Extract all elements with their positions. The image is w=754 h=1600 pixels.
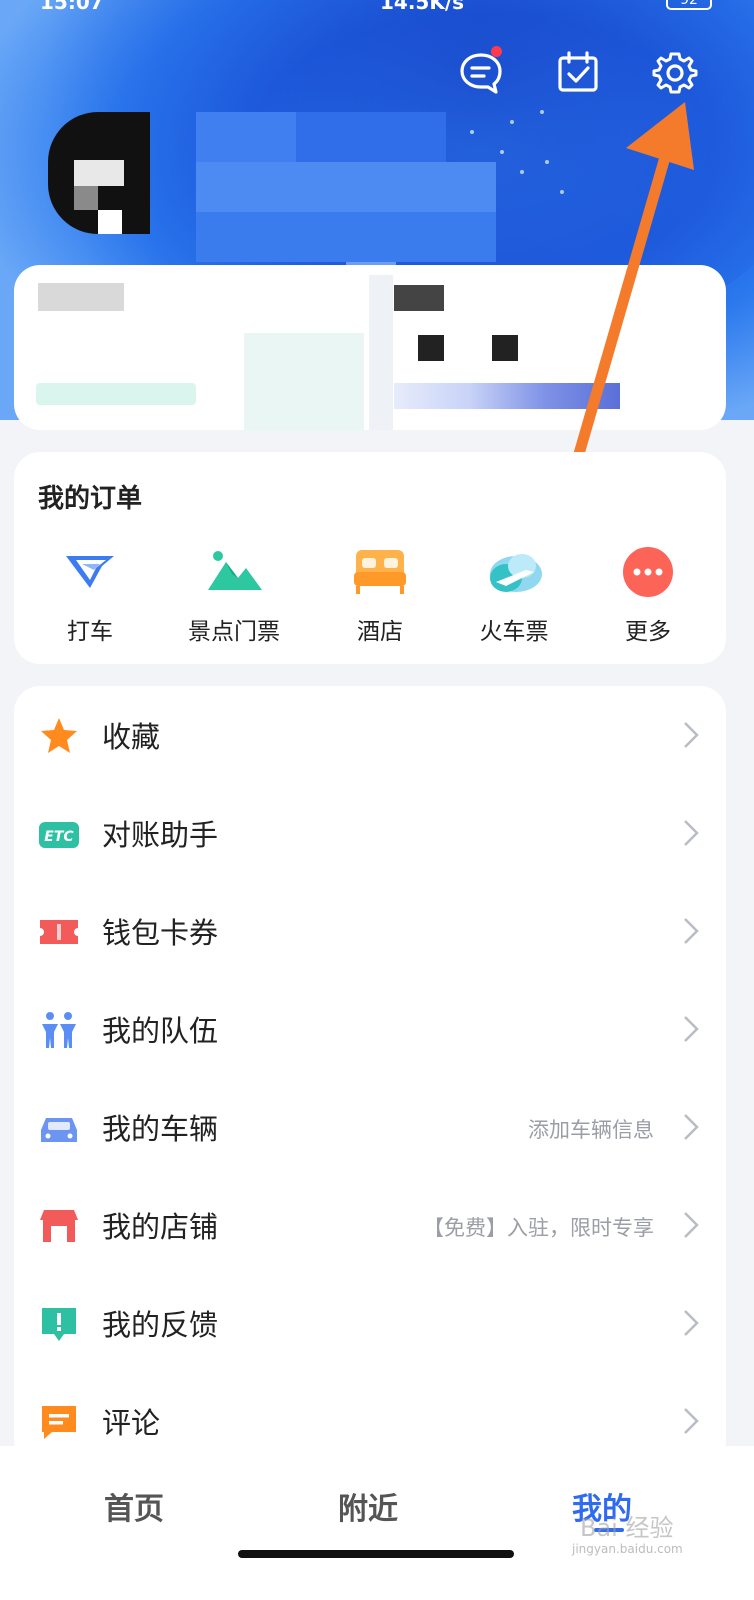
menu-my-shop-hint: 【免费】入驻，限时专享 [423,1216,654,1240]
chevron-right-icon [682,720,700,750]
train-cloud-icon [486,544,542,600]
card-divider [369,275,393,430]
order-hotel-label: 酒店 [357,619,403,645]
obscured-block [244,333,364,431]
chevron-right-icon [682,1014,700,1044]
svg-text:ETC: ETC [44,829,74,845]
taxi-icon [62,544,118,600]
menu-favorites[interactable]: 收藏 [14,686,726,784]
obscured-label [38,283,124,311]
tab-home[interactable]: 首页 [104,1484,164,1528]
obscured-block-4 [492,335,518,361]
order-more[interactable]: 更多 [578,544,718,645]
menu-favorites-label: 收藏 [102,720,161,754]
star-icon [38,716,80,756]
order-taxi[interactable]: 打车 [20,544,160,645]
feedback-icon [38,1304,80,1344]
avatar[interactable] [48,112,150,234]
menu-my-team-label: 我的队伍 [102,1014,219,1048]
order-taxi-label: 打车 [67,619,113,645]
order-train-ticket-label: 火车票 [479,619,549,645]
menu-my-feedback-label: 我的反馈 [102,1308,219,1342]
order-scenic-ticket-label: 景点门票 [188,619,280,645]
etc-icon: ETC [38,814,80,854]
home-indicator [238,1550,514,1558]
status-time: 15:07 [40,0,104,14]
username-mosaic [196,112,496,284]
car-icon [38,1108,80,1148]
menu-my-feedback[interactable]: 我的反馈 [14,1274,726,1372]
menu-reconciliation[interactable]: ETC 对账助手 [14,784,726,882]
team-icon [38,1010,80,1050]
order-train-ticket[interactable]: 火车票 [444,544,584,645]
order-more-label: 更多 [625,619,671,645]
my-orders-title: 我的订单 [38,484,143,514]
obscured-block-3 [418,335,444,361]
menu-wallet-coupons-label: 钱包卡券 [102,916,219,950]
order-hotel[interactable]: 酒店 [310,544,450,645]
status-network-speed: 14.5K/s [380,0,465,14]
menu-my-shop[interactable]: 我的店铺 【免费】入驻，限时专享 [14,1176,726,1274]
obscured-block-2 [394,285,444,311]
menu-reconciliation-label: 对账助手 [102,818,219,852]
watermark: Bai 经验 [580,1514,674,1542]
chevron-right-icon [682,1406,700,1436]
settings-gear-icon[interactable] [652,50,698,96]
chevron-right-icon [682,1210,700,1240]
tab-nearby[interactable]: 附近 [338,1484,398,1528]
chevron-right-icon [682,1308,700,1338]
my-orders-card: 我的订单 打车 景点门票 酒店 火车票 更多 [14,452,726,664]
menu-my-team[interactable]: 我的队伍 [14,980,726,1078]
menu-my-vehicle-label: 我的车辆 [102,1112,219,1146]
menu-my-shop-label: 我的店铺 [102,1210,219,1244]
chevron-right-icon [682,818,700,848]
bed-icon [352,544,408,600]
order-scenic-ticket[interactable]: 景点门票 [164,544,304,645]
annotation-arrow [566,102,694,484]
chevron-right-icon [682,916,700,946]
menu-my-vehicle-hint: 添加车辆信息 [528,1118,654,1142]
card-tag [36,383,196,405]
chevron-right-icon [682,1112,700,1142]
menu-list: 收藏 ETC 对账助手 钱包卡券 我的队伍 我的车辆 添加车辆信息 我的店铺 【… [14,686,726,1466]
more-dots-icon [620,544,676,600]
ticket-icon [38,912,80,952]
status-bar: 15:07 14.5K/s 92 [0,0,754,14]
shop-icon [38,1206,80,1246]
messages-icon[interactable] [458,46,504,96]
mountain-ticket-icon [206,544,262,600]
menu-my-vehicle[interactable]: 我的车辆 添加车辆信息 [14,1078,726,1176]
menu-comments-label: 评论 [102,1406,161,1440]
battery-indicator: 92 [666,0,712,10]
watermark-url: jingyan.baidu.com [572,1542,683,1556]
checkin-calendar-icon[interactable] [555,50,601,96]
comment-icon [38,1402,80,1442]
menu-wallet-coupons[interactable]: 钱包卡券 [14,882,726,980]
unread-dot [491,46,502,57]
